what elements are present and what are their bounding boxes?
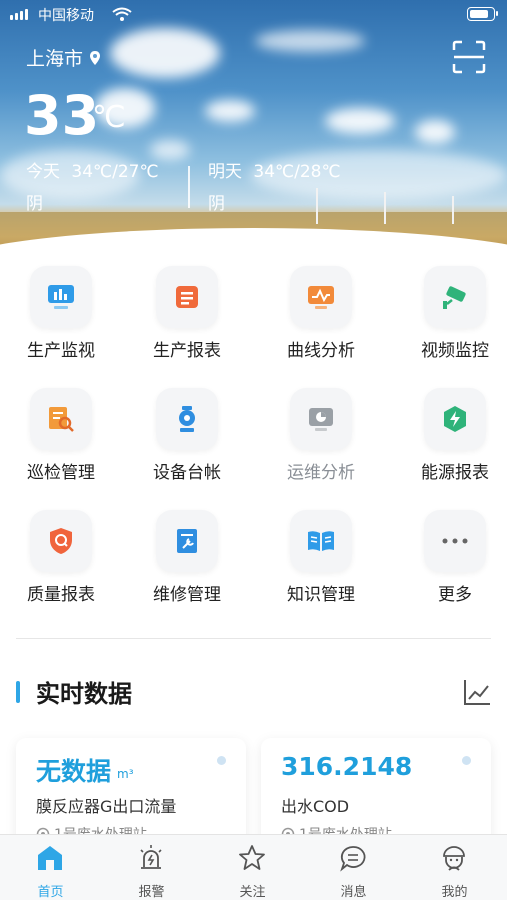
grid-item-more[interactable]: 更多 [394,506,507,616]
grid-item-ops-analysis[interactable]: 运维分析 [260,384,380,494]
grid-item-knowledge-management[interactable]: 知识管理 [260,506,380,616]
card-value-text: 无数据 [36,757,112,786]
card-metric-name: 出水COD [281,797,350,816]
ops-analysis-icon [290,388,352,450]
tomorrow-condition: 阴 [208,194,225,214]
tomorrow-forecast: 明天 34℃/28℃ [208,156,341,188]
temperature-unit: ℃ [92,100,126,135]
grid-item-label: 曲线分析 [287,341,355,361]
grid-item-inspection[interactable]: 巡检管理 [0,384,120,494]
grid-item-label: 能源报表 [421,463,489,483]
quality-shield-icon [30,510,92,572]
grid-item-label: 生产报表 [153,341,221,361]
grid-item-label: 视频监控 [421,341,489,361]
card-value-text: 316.2148 [281,752,413,781]
grid-item-label: 设备台帐 [153,463,221,483]
cloud [325,108,395,134]
alarm-icon [140,845,162,869]
scan-icon[interactable] [452,40,486,74]
city-selector[interactable]: 上海市 [26,44,101,71]
city-name: 上海市 [26,48,84,70]
grid-item-video-monitor[interactable]: 视频监控 [394,262,507,372]
grid-item-equipment-ledger[interactable]: 设备台帐 [126,384,246,494]
wifi-icon [112,7,132,21]
today-condition: 阴 [26,194,43,214]
status-bar: 中国移动 [0,0,507,28]
more-icon [424,510,486,572]
tab-label: 报警 [138,885,165,900]
current-temperature: 33 [24,84,100,147]
grid-item-repair-management[interactable]: 维修管理 [126,506,246,616]
tab-favorites[interactable]: 关注 [202,835,303,900]
profile-icon [443,846,465,871]
card-unit: m³ [117,767,134,781]
section-accent-bar [16,681,20,703]
tab-label: 首页 [37,885,64,900]
monitor-chart-icon [30,266,92,328]
cloud [415,120,455,144]
star-icon [239,845,265,870]
realtime-section-title: 实时数据 [36,680,132,708]
cloud [110,28,220,78]
tab-label: 关注 [239,885,266,900]
wind-turbine [316,188,318,224]
battery-icon [467,7,498,21]
grid-item-label: 知识管理 [287,585,355,605]
grid-item-label: 维修管理 [153,585,221,605]
card-dot [462,756,471,765]
message-icon [340,846,366,872]
bottom-tab-bar: 首页 报警 关注 消息 我的 [0,834,507,900]
section-divider [16,638,491,639]
grid-item-label: 巡检管理 [27,463,95,483]
grid-item-curve-analysis[interactable]: 曲线分析 [260,262,380,372]
tomorrow-label: 明天 [208,162,242,182]
wind-turbine [384,192,386,224]
cloud [255,30,365,52]
today-range: 34℃/27℃ [71,162,159,182]
energy-icon [424,388,486,450]
carrier-name: 中国移动 [38,8,94,24]
grid-item-production-monitor[interactable]: 生产监视 [0,262,120,372]
line-chart-icon[interactable] [462,677,492,707]
pump-icon [156,388,218,450]
card-metric-name: 膜反应器G出口流量 [36,797,177,816]
grid-item-energy-report[interactable]: 能源报表 [394,384,507,494]
tab-alarm[interactable]: 报警 [101,835,202,900]
location-pin-icon [90,50,101,65]
grid-item-production-report[interactable]: 生产报表 [126,262,246,372]
signal-icon [10,9,28,20]
tab-profile[interactable]: 我的 [404,835,505,900]
inspection-icon [30,388,92,450]
grid-item-label: 质量报表 [27,585,95,605]
card-value: 无数据 m³ [36,752,134,788]
tab-label: 我的 [441,885,468,900]
book-icon [290,510,352,572]
tomorrow-range: 34℃/28℃ [253,162,341,182]
card-value: 316.2148 [281,752,418,781]
today-label: 今天 [26,162,60,182]
wind-turbine [452,196,454,224]
grid-item-label: 更多 [438,585,472,605]
forecast-divider [188,166,190,208]
camera-icon [424,266,486,328]
repair-icon [156,510,218,572]
home-icon [38,846,62,870]
cloud [205,100,255,122]
grid-item-label: 运维分析 [287,463,355,483]
tab-messages[interactable]: 消息 [303,835,404,900]
grid-item-quality-report[interactable]: 质量报表 [0,506,120,616]
report-icon [156,266,218,328]
today-forecast: 今天 34℃/27℃ [26,156,159,188]
tab-label: 消息 [340,885,367,900]
card-dot [217,756,226,765]
grid-item-label: 生产监视 [27,341,95,361]
tab-home[interactable]: 首页 [0,835,101,900]
curve-analysis-icon [290,266,352,328]
